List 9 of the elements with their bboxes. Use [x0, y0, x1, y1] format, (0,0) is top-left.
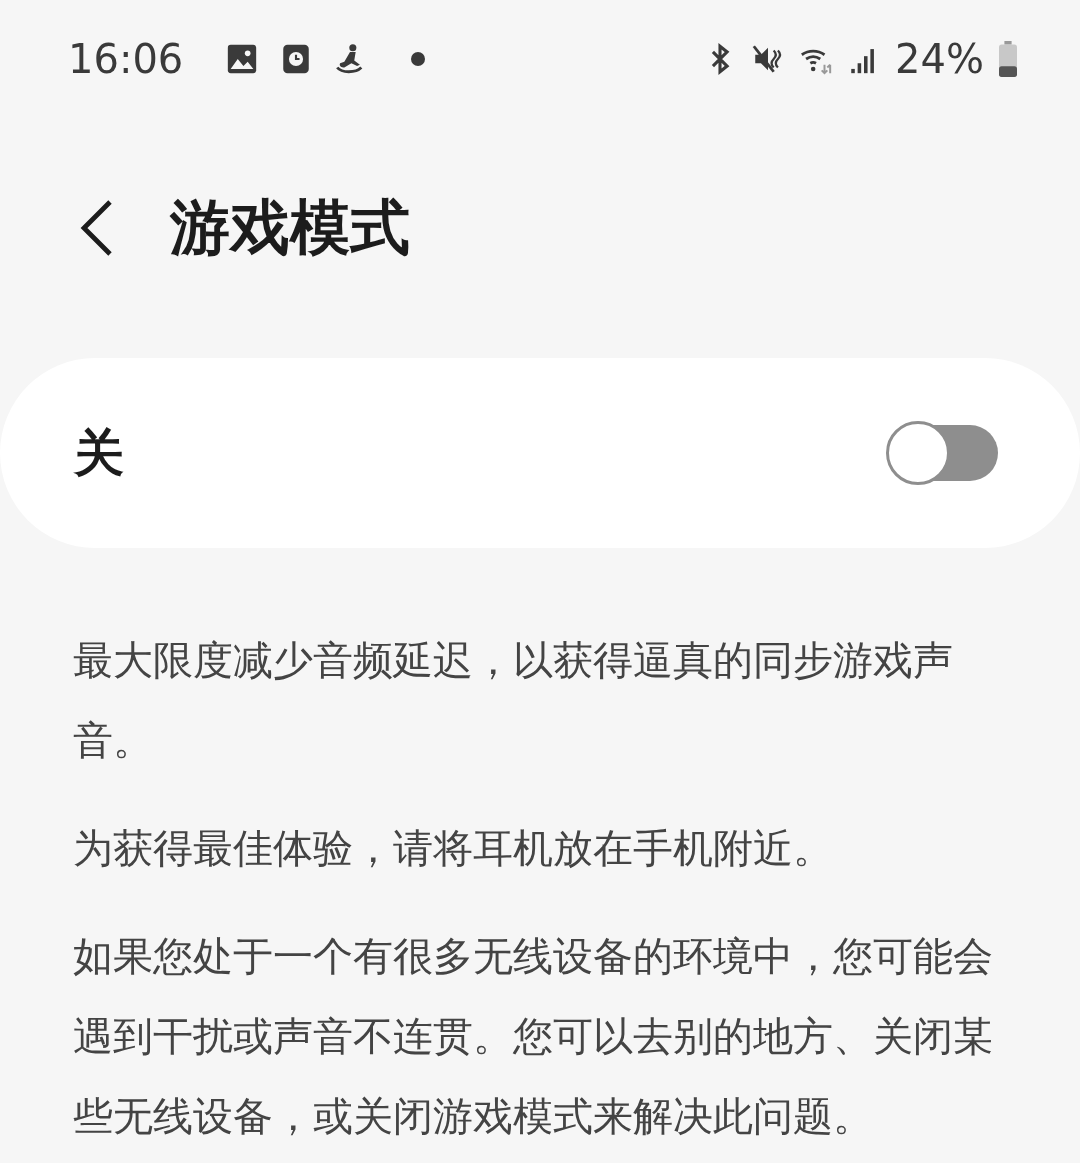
dot-icon [411, 52, 426, 66]
page-title: 游戏模式 [170, 190, 410, 264]
battery-percent: 24% [895, 36, 984, 82]
toggle-label: 关 [74, 422, 124, 484]
status-time: 16:06 [68, 36, 184, 82]
description-text: 为获得最佳体验，请将耳机放在手机附近。 [73, 824, 834, 873]
description-text: 如果您处于一个有很多无线设备的环境中，您可能会遇到干扰或声音不连贯。您可以去别的地方、关闭某些无线设备，或关闭游戏模式来解决此问题。 [73, 932, 994, 1141]
description-text: 最大限度减少音频延迟，以获得逼真的同步游戏声音。 [73, 636, 954, 765]
battery-icon [998, 41, 1018, 77]
